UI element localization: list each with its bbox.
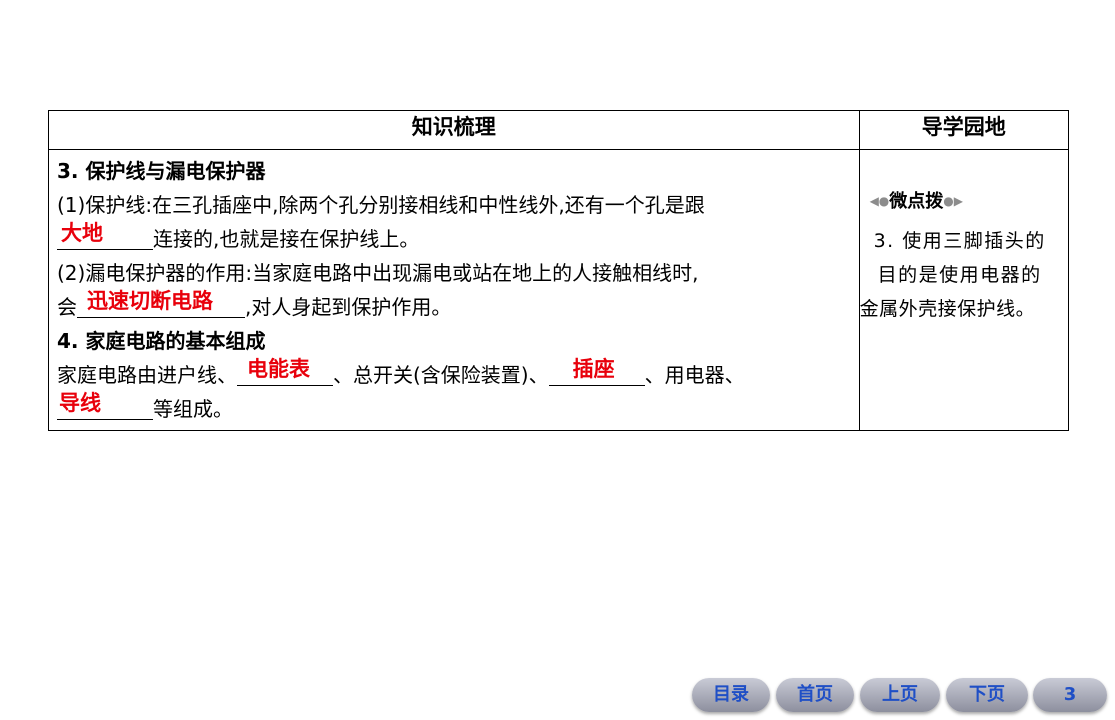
guide-content: ◀●微点拨●▶ 3. 使用三脚插头的 目的是使用电器的 金属外壳接保护线。 [858, 149, 1070, 431]
paragraph-3-line-2: 导线 等组成。 [57, 391, 859, 426]
tip-line-3: 金属外壳接保护线。 [859, 298, 1036, 320]
blank-4: 插座 [548, 357, 645, 386]
answer-1: 大地 [61, 221, 103, 245]
paragraph-3-text-d: 等组成。 [153, 397, 233, 421]
paragraph-2-line-2: 会迅速切断电路 ,对人身起到保护作用。 [57, 289, 859, 324]
tip-line-2: 目的是使用电器的 [877, 264, 1042, 286]
paragraph-3-text-c: 、用电器、 [644, 363, 745, 387]
tip-body: 3. 使用三脚插头的 目的是使用电器的 金属外壳接保护线。 [860, 224, 1068, 326]
blank-2: 迅速切断电路 [77, 289, 245, 318]
paragraph-2-suffix: ,对人身起到保护作用。 [245, 295, 452, 319]
tip-line-1: 3. 使用三脚插头的 [873, 230, 1046, 252]
answer-3: 电能表 [247, 357, 310, 381]
section-3-heading: 3. 保护线与漏电保护器 [57, 159, 266, 183]
header-guide: 导学园地 [858, 110, 1070, 150]
paragraph-2-prefix: 会 [57, 295, 77, 319]
paragraph-2-line-1: (2)漏电保护器的作用:当家庭电路中出现漏电或站在地上的人接触相线时, [57, 256, 859, 290]
prev-page-button[interactable]: 上页 [860, 678, 940, 712]
paragraph-1-text: (1)保护线:在三孔插座中,除两个孔分别接相线和中性线外,还有一个孔是跟 [57, 193, 705, 217]
answer-4: 插座 [572, 357, 615, 381]
paragraph-2-text: (2)漏电保护器的作用:当家庭电路中出现漏电或站在地上的人接触相线时, [57, 261, 699, 285]
blank-3: 电能表 [237, 357, 333, 386]
paragraph-1-line-1: (1)保护线:在三孔插座中,除两个孔分别接相线和中性线外,还有一个孔是跟 [57, 188, 859, 222]
next-page-button[interactable]: 下页 [946, 678, 1028, 712]
answer-5: 导线 [59, 391, 101, 415]
paragraph-1-line-2: 大地 连接的,也就是接在保护线上。 [57, 221, 859, 256]
knowledge-content: 3. 保护线与漏电保护器 (1)保护线:在三孔插座中,除两个孔分别接相线和中性线… [48, 149, 860, 431]
paragraph-3-text-a: 家庭电路由进户线、 [57, 363, 237, 387]
blank-5: 导线 [57, 391, 153, 420]
header-knowledge: 知识梳理 [48, 110, 860, 150]
knowledge-table: 知识梳理 导学园地 3. 保护线与漏电保护器 (1)保护线:在三孔插座中,除两个… [48, 110, 1070, 431]
paragraph-1-suffix: 连接的,也就是接在保护线上。 [153, 227, 420, 251]
home-button[interactable]: 首页 [776, 678, 854, 712]
tip-left-ornament-icon: ◀● [869, 194, 890, 208]
page: 知识梳理 导学园地 3. 保护线与漏电保护器 (1)保护线:在三孔插座中,除两个… [0, 0, 1115, 720]
paragraph-3-line-1: 家庭电路由进户线、 电能表 、总开关(含保险装置)、 插座 、用电器、 [57, 357, 859, 392]
tip-title: ◀●微点拨●▶ [870, 188, 1068, 214]
tip-right-ornament-icon: ●▶ [943, 194, 963, 208]
toc-button[interactable]: 目录 [692, 678, 770, 712]
tip-title-text: 微点拨 [889, 191, 944, 212]
section-4-heading: 4. 家庭电路的基本组成 [57, 329, 266, 353]
answer-2: 迅速切断电路 [87, 289, 213, 313]
page-number: 3 [1033, 678, 1107, 712]
blank-1: 大地 [57, 221, 153, 250]
paragraph-3-text-b: 、总开关(含保险装置)、 [333, 363, 549, 387]
